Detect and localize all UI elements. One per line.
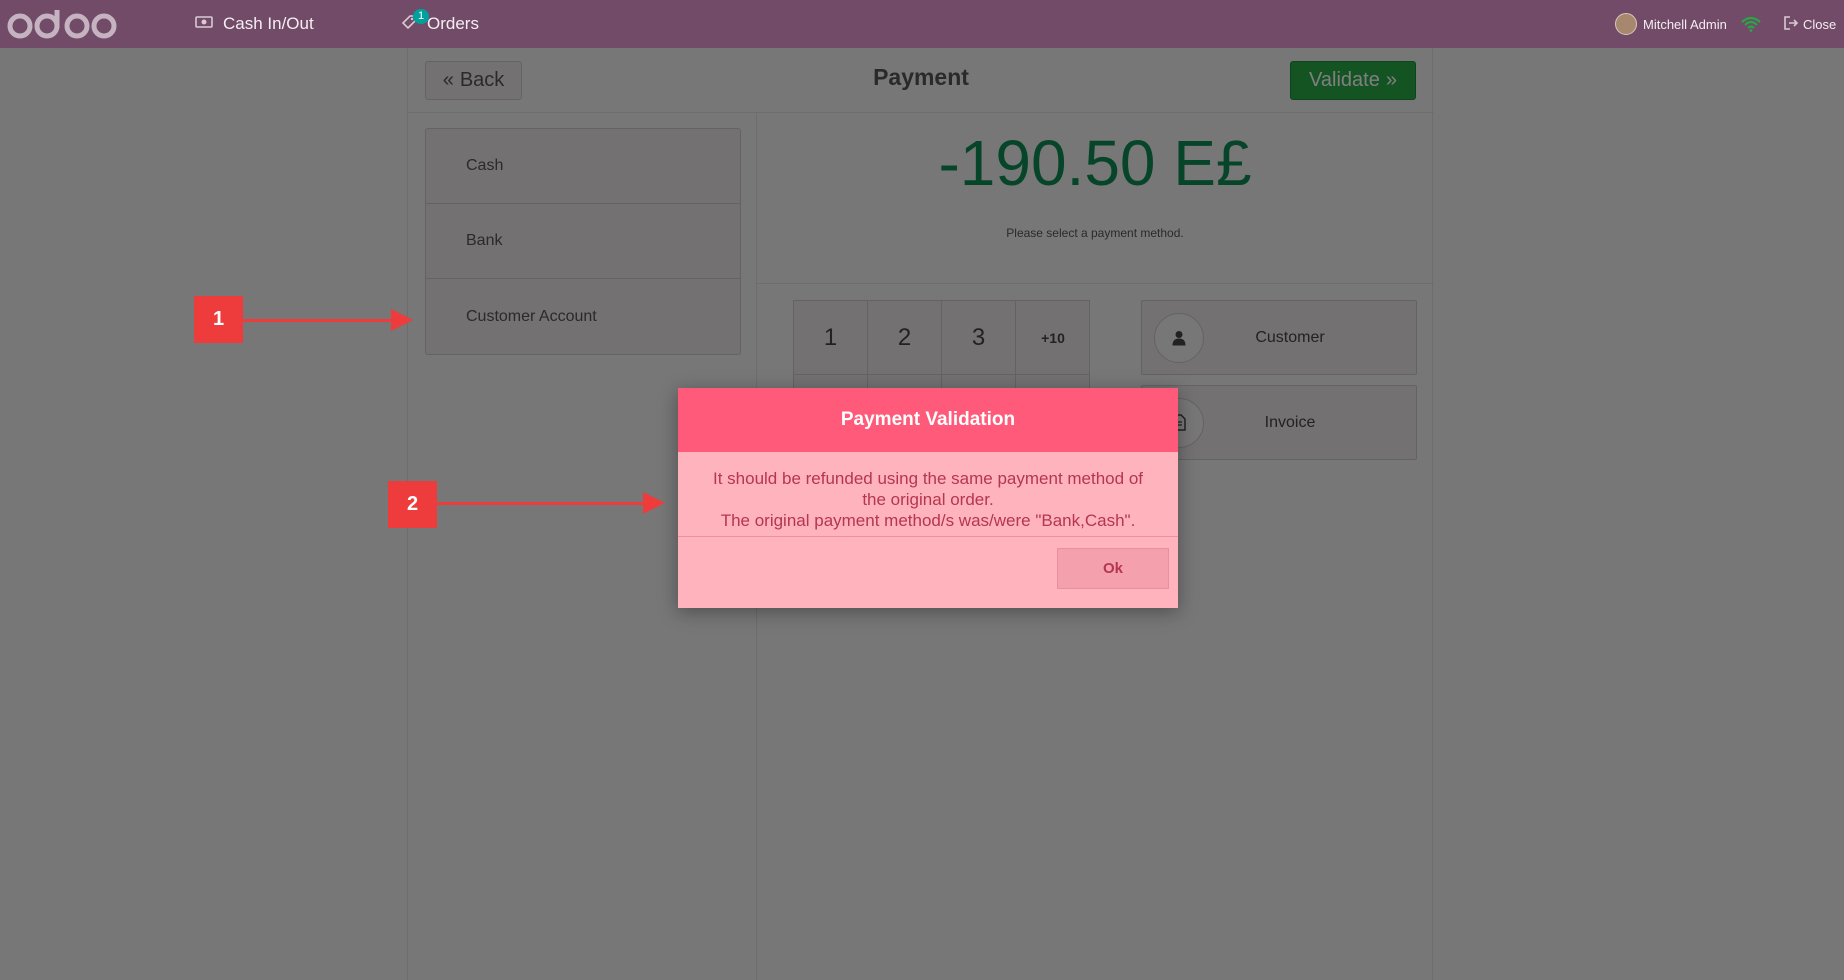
user-menu[interactable]: Mitchell Admin — [1615, 0, 1727, 48]
annotation-marker-2: 2 — [388, 481, 437, 528]
dialog-message: It should be refunded using the same pay… — [678, 452, 1178, 536]
wifi-icon[interactable] — [1741, 0, 1761, 48]
dialog-footer: Ok — [678, 536, 1178, 608]
dialog-message-line: It should be refunded using the same pay… — [713, 469, 1143, 509]
ok-button[interactable]: Ok — [1057, 548, 1169, 589]
odoo-logo-icon — [7, 10, 117, 39]
orders-count-badge: 1 — [413, 9, 430, 24]
annotation-arrow-2 — [437, 492, 665, 514]
orders-label: Orders — [427, 14, 479, 33]
odoo-logo — [6, 6, 118, 42]
close-label: Close — [1803, 16, 1837, 32]
cash-in-out-label: Cash In/Out — [223, 14, 314, 33]
cash-in-out-button[interactable]: Cash In/Out — [195, 0, 314, 48]
top-navbar: Cash In/Out 1 Orders Mitchell Admin Clos… — [0, 0, 1844, 48]
close-button[interactable]: Close — [1784, 0, 1836, 48]
annotation-marker-1: 1 — [194, 296, 243, 343]
sign-out-icon — [1784, 15, 1799, 33]
orders-button[interactable]: 1 Orders — [401, 0, 479, 48]
payment-validation-dialog: Payment Validation It should be refunded… — [678, 388, 1178, 608]
money-icon — [195, 14, 213, 34]
user-name: Mitchell Admin — [1643, 16, 1727, 32]
avatar — [1615, 13, 1637, 35]
dialog-message-line: The original payment method/s was/were "… — [720, 511, 1136, 530]
annotation-arrow-1 — [243, 309, 413, 331]
dialog-title: Payment Validation — [678, 388, 1178, 452]
